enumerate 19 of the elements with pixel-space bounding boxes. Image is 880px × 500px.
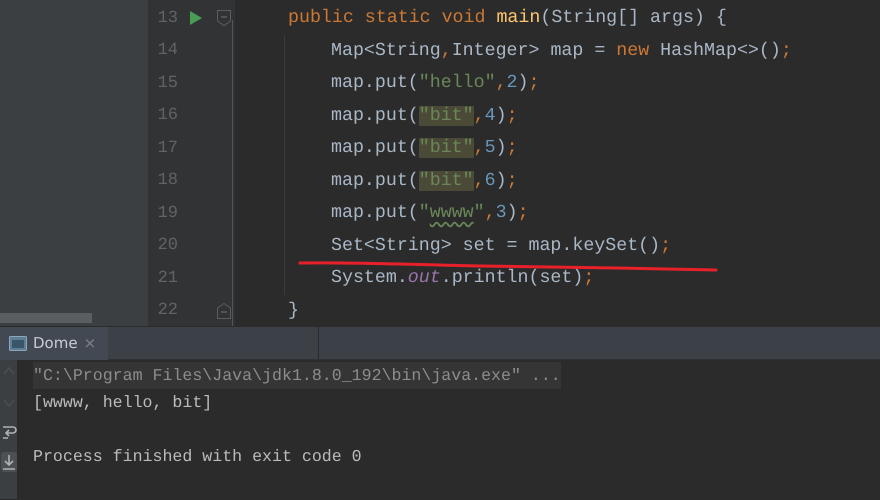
scrollbar-thumb[interactable] — [0, 313, 92, 323]
code-line: Set<String> set = map.keySet(); — [331, 238, 672, 254]
code-line: public static void main(String[] args) { — [288, 10, 727, 26]
code-line: map.put("bit",6); — [331, 172, 518, 189]
code-line: map.put("bit",4); — [331, 108, 518, 124]
run-icon[interactable] — [189, 10, 203, 26]
console-output: [wwww, hello, bit] — [33, 392, 212, 414]
fold-icon[interactable] — [216, 302, 232, 320]
exit-status: Process finished with exit code 0 — [33, 446, 362, 468]
code-line: map.put("wwww",3); — [331, 205, 529, 222]
code-line: map.put("hello",2); — [331, 75, 540, 92]
console-icon — [9, 336, 27, 351]
scroll-to-end-icon[interactable] — [0, 452, 16, 472]
code-line: map.put("bit",5); — [331, 140, 518, 156]
code-line: System.out.println(set); — [331, 270, 594, 286]
run-tab[interactable]: Dome × — [0, 327, 108, 360]
fold-icon[interactable] — [216, 9, 232, 28]
code-line: Map<String,Integer> map = new HashMap<>(); — [331, 42, 792, 59]
code-line: } — [288, 302, 299, 319]
